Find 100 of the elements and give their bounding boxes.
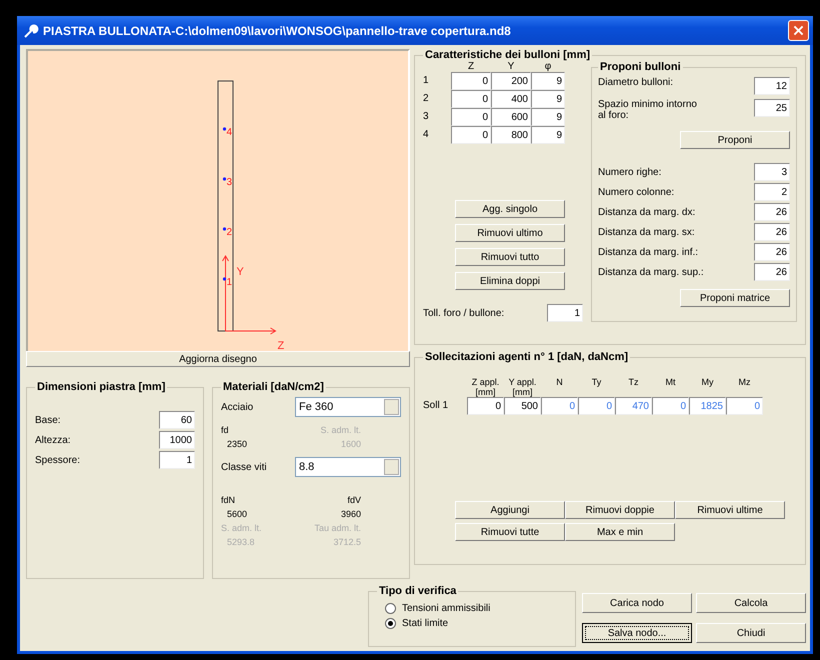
input-field[interactable]: 3 bbox=[754, 163, 790, 181]
input-field[interactable]: 0 bbox=[726, 397, 763, 415]
action-button[interactable]: Rimuovi tutto bbox=[455, 248, 565, 266]
action-button[interactable]: Agg. singolo bbox=[455, 200, 565, 218]
input-field[interactable]: 1 bbox=[547, 304, 583, 322]
action-button[interactable]: Rimuovi ultime bbox=[675, 501, 785, 519]
bolt-number: 1 bbox=[226, 277, 232, 288]
input-field[interactable]: 0 bbox=[451, 126, 491, 144]
bolt-marker bbox=[222, 277, 226, 281]
column-header: Y bbox=[506, 61, 516, 72]
column-header: My bbox=[700, 377, 714, 389]
input-field[interactable]: 0 bbox=[451, 90, 491, 108]
input-field[interactable]: 0 bbox=[541, 397, 578, 415]
action-button[interactable]: Chiudi bbox=[696, 623, 806, 643]
propose-button[interactable]: Proponi bbox=[680, 131, 790, 149]
input-field[interactable]: 9 bbox=[531, 72, 565, 90]
input-field[interactable]: 26 bbox=[754, 203, 790, 221]
action-button[interactable]: Carica nodo bbox=[582, 593, 692, 613]
input-field[interactable]: 0 bbox=[467, 397, 504, 415]
field-label: Classe viti bbox=[221, 462, 267, 472]
input-field[interactable]: 9 bbox=[531, 90, 565, 108]
input-field[interactable]: 26 bbox=[754, 243, 790, 261]
input-field[interactable]: 0 bbox=[578, 397, 615, 415]
field-label: Base: bbox=[35, 414, 61, 426]
input-field[interactable]: 1825 bbox=[689, 397, 726, 415]
input-field[interactable]: 0 bbox=[451, 72, 491, 90]
input-field[interactable]: 26 bbox=[754, 223, 790, 241]
input-field[interactable]: 470 bbox=[615, 397, 652, 415]
property-label: fd bbox=[221, 425, 230, 435]
action-button[interactable]: Elimina doppi bbox=[455, 272, 565, 290]
window-title: PIASTRA BULLONATA-C:\dolmen09\lavori\WONSOG\pannello-trave copertura.nd8 bbox=[43, 24, 512, 38]
field-label: Altezza: bbox=[35, 434, 71, 446]
input-field[interactable]: 400 bbox=[491, 90, 531, 108]
bolt-number: 3 bbox=[226, 177, 232, 188]
bolt-marker bbox=[222, 177, 226, 181]
action-button[interactable]: Rimuovi ultimo bbox=[455, 224, 565, 242]
axis-label: Y bbox=[236, 266, 244, 278]
row-label: 4 bbox=[423, 128, 430, 142]
row-label: 2 bbox=[423, 92, 430, 106]
group-title: Sollecitazioni agenti n° 1 [daN, daNcm] bbox=[424, 351, 630, 363]
radio-button[interactable] bbox=[385, 603, 396, 614]
bolt-marker bbox=[222, 227, 226, 231]
input-field[interactable]: 0 bbox=[451, 108, 491, 126]
input-field[interactable]: 500 bbox=[504, 397, 541, 415]
column-header: Tz bbox=[628, 377, 640, 389]
field-label: Numero righe: bbox=[598, 166, 662, 178]
input-field[interactable]: 600 bbox=[491, 108, 531, 126]
radio-label: Stati limite bbox=[402, 618, 448, 629]
property-value: 2350 bbox=[226, 439, 248, 449]
field-label: Distanza da marg. sx: bbox=[598, 226, 695, 238]
group-title: Tipo di verifica bbox=[378, 585, 458, 597]
action-button[interactable]: Aggiungi bbox=[455, 501, 565, 519]
column-header: Mz bbox=[738, 377, 752, 389]
column-header: N bbox=[555, 377, 564, 389]
group-title: Caratteristiche dei bulloni [mm] bbox=[424, 49, 592, 61]
action-button[interactable]: Rimuovi doppie bbox=[565, 501, 675, 519]
input-field[interactable]: 800 bbox=[491, 126, 531, 144]
property-value: 3712.5 bbox=[332, 537, 361, 547]
field-label: Spessore: bbox=[35, 454, 80, 466]
input-field[interactable]: 9 bbox=[531, 126, 565, 144]
property-label: Tau adm. lt. bbox=[313, 523, 361, 533]
property-value: 3960 bbox=[340, 509, 361, 519]
wrench-icon bbox=[23, 22, 39, 38]
action-button[interactable]: Rimuovi tutte bbox=[455, 523, 565, 541]
input-field[interactable]: 25 bbox=[754, 99, 790, 117]
propose-matrix-button[interactable]: Proponi matrice bbox=[680, 289, 790, 307]
row-label: 3 bbox=[423, 110, 430, 124]
bolt-marker bbox=[222, 127, 226, 131]
input-field[interactable]: 60 bbox=[159, 411, 195, 429]
field-label: Distanza da marg. dx: bbox=[598, 206, 696, 218]
dropdown[interactable]: 8.8 bbox=[295, 457, 401, 477]
close-icon[interactable] bbox=[788, 20, 809, 41]
property-value: 5600 bbox=[226, 509, 248, 519]
input-field[interactable]: 9 bbox=[531, 108, 565, 126]
action-button[interactable]: Salva nodo... bbox=[582, 623, 692, 643]
dropdown[interactable]: Fe 360 bbox=[295, 397, 401, 417]
field-label: Acciaio bbox=[221, 402, 254, 412]
action-button[interactable]: Calcola bbox=[696, 593, 806, 613]
row-label: Soll 1 bbox=[423, 399, 450, 413]
input-field[interactable]: 200 bbox=[491, 72, 531, 90]
column-header: φ bbox=[544, 61, 552, 72]
input-field[interactable]: 26 bbox=[754, 263, 790, 281]
column-header: Y appl. [mm] bbox=[508, 377, 538, 397]
row-label: 1 bbox=[423, 74, 430, 88]
action-button[interactable]: Max e min bbox=[565, 523, 675, 541]
column-header: Ty bbox=[590, 377, 602, 389]
radio-label: Tensioni ammissibili bbox=[402, 603, 490, 614]
field-label: Distanza da marg. inf.: bbox=[598, 246, 698, 258]
group-title: Dimensioni piastra [mm] bbox=[36, 381, 166, 393]
input-field[interactable]: 1000 bbox=[159, 431, 195, 449]
refresh-button[interactable]: Aggiorna disegno bbox=[26, 351, 410, 367]
input-field[interactable]: 2 bbox=[754, 183, 790, 201]
column-header: Z appl. [mm] bbox=[470, 377, 500, 397]
input-field[interactable]: 1 bbox=[159, 451, 195, 469]
property-label: S. adm. lt. bbox=[221, 523, 263, 533]
axis-label: Z bbox=[278, 340, 284, 351]
property-label: S. adm. lt. bbox=[319, 425, 361, 435]
input-field[interactable]: 12 bbox=[754, 77, 790, 95]
radio-button[interactable] bbox=[385, 618, 396, 629]
input-field[interactable]: 0 bbox=[652, 397, 689, 415]
